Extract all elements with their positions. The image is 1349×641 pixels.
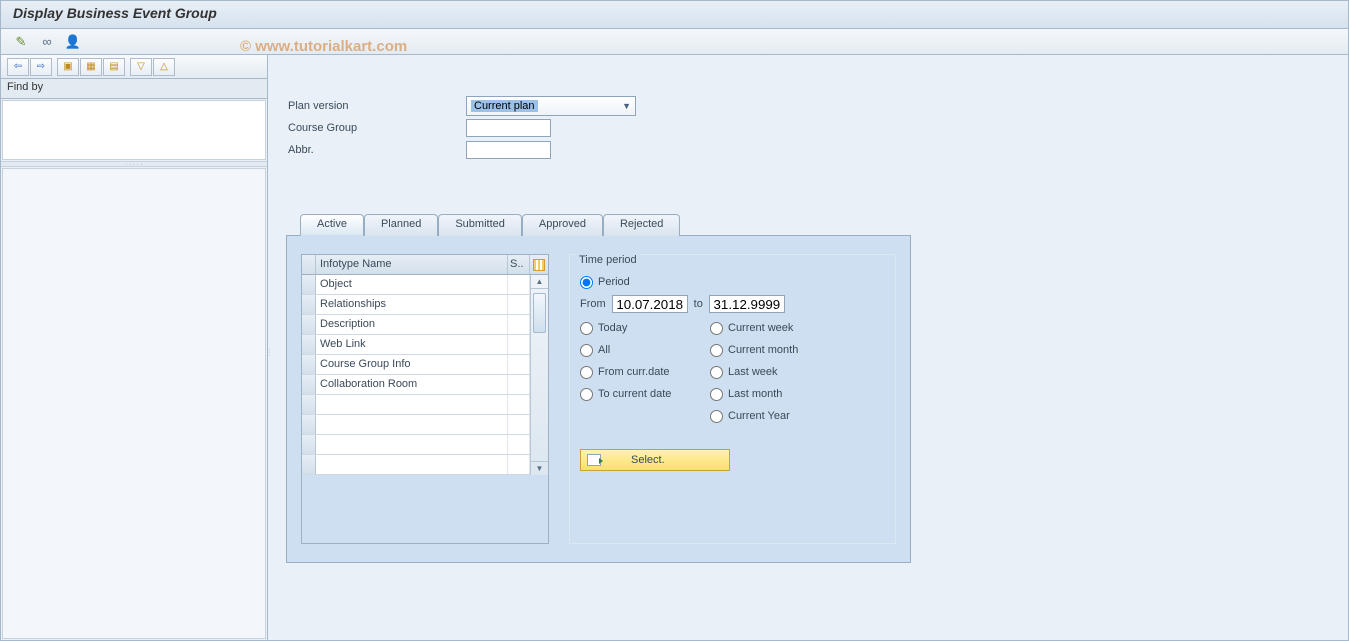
findby-label: Find by [1,79,267,99]
select-button-label: Select. [631,454,665,466]
time-period-group: Time period Period From to Today Cu [569,254,896,544]
radio-from-curr-date-label: From curr.date [598,366,670,378]
app-toolbar: ✎ ∞ 👤 [1,29,1348,55]
course-group-label: Course Group [286,122,466,134]
table-row[interactable]: Web Link [302,335,530,355]
radio-current-week[interactable] [710,322,723,335]
cell [316,435,508,454]
grid-col-s[interactable]: S.. [508,255,530,274]
from-date-input[interactable] [612,295,688,313]
radio-all-label: All [598,344,610,356]
radio-to-current-date-label: To current date [598,388,671,400]
page-title: Display Business Event Group [13,5,1336,21]
cell: Collaboration Room [316,375,508,394]
tab-panel: Active Planned Submitted Approved Reject… [286,211,1330,563]
radio-from-curr-date[interactable] [580,366,593,379]
tab-submitted[interactable]: Submitted [438,214,522,236]
cell [316,415,508,434]
from-label: From [580,298,606,310]
tab-rejected[interactable]: Rejected [603,214,680,236]
tree-expand-icon[interactable]: ▦ [80,58,102,76]
table-row[interactable]: Object [302,275,530,295]
main-area: ⇦ ⇨ ▣ ▦ ▤ ▽ △ Find by · · · · · ··· Plan… [1,55,1348,640]
title-bar: Display Business Event Group [1,1,1348,29]
select-button[interactable]: Select. [580,449,730,471]
radio-current-month[interactable] [710,344,723,357]
chevron-down-icon: ▼ [622,101,631,111]
radio-today[interactable] [580,322,593,335]
sidebar-toolbar: ⇦ ⇨ ▣ ▦ ▤ ▽ △ [1,55,267,79]
grid-rows: Object Relationships Description Web Lin… [302,275,530,475]
radio-period-label: Period [598,276,630,288]
person-icon[interactable]: 👤 [63,32,83,52]
wand-icon[interactable]: ✎ [11,32,31,52]
table-row[interactable] [302,395,530,415]
tree-collapse-icon[interactable]: ▤ [103,58,125,76]
radio-current-month-label: Current month [728,344,798,356]
cell: Web Link [316,335,508,354]
plan-version-label: Plan version [286,100,466,112]
scroll-thumb[interactable] [533,293,546,333]
cell [316,455,508,474]
content-area: ··· Plan version Current plan ▼ Course G… [268,55,1348,640]
radio-current-week-label: Current week [728,322,793,334]
grid-corner[interactable] [302,255,316,274]
infotype-grid: Infotype Name S.. Object Relationships D… [301,254,549,544]
grid-header: Infotype Name S.. [302,255,548,275]
move-up-icon[interactable]: △ [153,58,175,76]
table-row[interactable]: Collaboration Room [302,375,530,395]
radio-current-year-label: Current Year [728,410,790,422]
scroll-down-icon[interactable]: ▼ [531,461,548,475]
tab-planned[interactable]: Planned [364,214,438,236]
cell: Description [316,315,508,334]
radio-last-week[interactable] [710,366,723,379]
tree-expand-all-icon[interactable]: ▣ [57,58,79,76]
table-row[interactable]: Description [302,315,530,335]
course-group-input[interactable] [466,119,551,137]
glasses-icon[interactable]: ∞ [37,32,57,52]
radio-last-month-label: Last month [728,388,782,400]
plan-version-value: Current plan [471,100,538,112]
radio-current-year[interactable] [710,410,723,423]
plan-version-select[interactable]: Current plan ▼ [466,96,636,116]
radio-last-month[interactable] [710,388,723,401]
nav-forward-icon[interactable]: ⇨ [30,58,52,76]
sidebar-splitter[interactable]: · · · · · [1,161,267,167]
tab-body: Infotype Name S.. Object Relationships D… [286,235,911,563]
cell: Relationships [316,295,508,314]
time-period-title: Time period [576,254,640,266]
tabstrip: Active Planned Submitted Approved Reject… [300,211,1330,235]
abbr-input[interactable] [466,141,551,159]
findby-list[interactable] [2,100,266,160]
select-icon [587,454,601,466]
to-label: to [694,298,703,310]
object-tree[interactable] [2,168,266,639]
grid-col-name[interactable]: Infotype Name [316,255,508,274]
radio-today-label: Today [598,322,627,334]
sidebar: ⇦ ⇨ ▣ ▦ ▤ ▽ △ Find by · · · · · [1,55,268,640]
cell: Course Group Info [316,355,508,374]
table-row[interactable]: Relationships [302,295,530,315]
grid-config-icon[interactable] [533,259,545,271]
vertical-splitter[interactable]: ··· [268,348,272,378]
move-down-icon[interactable]: ▽ [130,58,152,76]
tab-approved[interactable]: Approved [522,214,603,236]
cell: Object [316,275,508,294]
table-row[interactable] [302,455,530,475]
grid-scrollbar[interactable]: ▲ ▼ [530,275,548,475]
cell [316,395,508,414]
table-row[interactable] [302,435,530,455]
radio-to-current-date[interactable] [580,388,593,401]
radio-last-week-label: Last week [728,366,778,378]
to-date-input[interactable] [709,295,785,313]
radio-period[interactable] [580,276,593,289]
tab-active[interactable]: Active [300,214,364,236]
abbr-label: Abbr. [286,144,466,156]
scroll-up-icon[interactable]: ▲ [531,275,548,289]
table-row[interactable] [302,415,530,435]
nav-back-icon[interactable]: ⇦ [7,58,29,76]
table-row[interactable]: Course Group Info [302,355,530,375]
radio-all[interactable] [580,344,593,357]
